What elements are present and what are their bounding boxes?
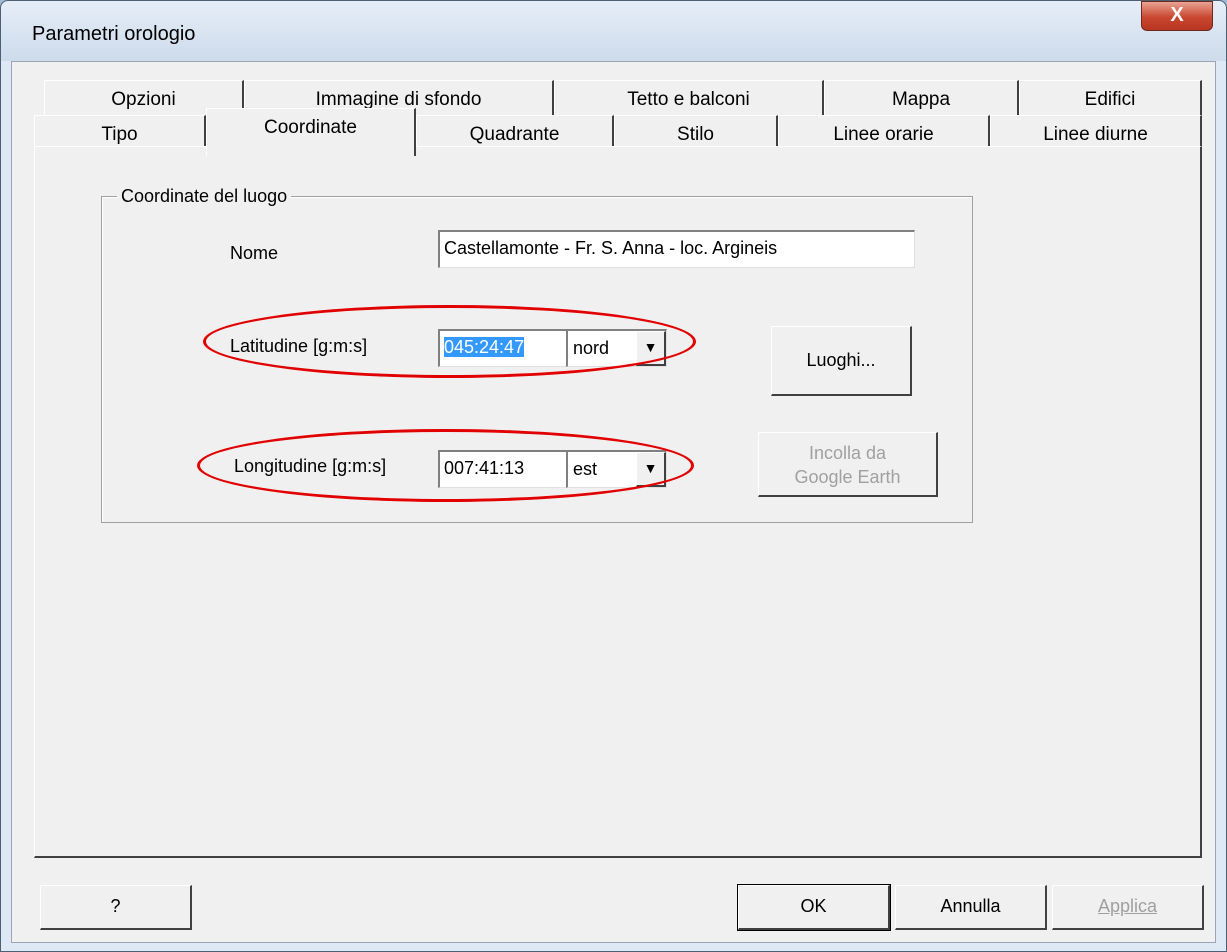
apply-button[interactable]: Applica [1052, 885, 1204, 930]
ok-button[interactable]: OK [737, 884, 891, 931]
close-button[interactable]: X [1141, 1, 1213, 31]
paste-button-line2: Google Earth [794, 467, 901, 487]
name-field[interactable]: Castellamonte - Fr. S. Anna - loc. Argin… [438, 230, 915, 268]
tab-label: Quadrante [469, 124, 560, 145]
tab-label: Linee orarie [833, 124, 934, 145]
title-bar[interactable]: Parametri orologio X [1, 1, 1226, 61]
cancel-button-label: Annulla [940, 896, 1001, 916]
cancel-button[interactable]: Annulla [895, 885, 1047, 930]
name-label: Nome [230, 243, 279, 263]
tab-label: Tetto e balconi [627, 89, 750, 110]
window-title: Parametri orologio [32, 23, 196, 45]
paste-button-line1: Incolla da [808, 443, 887, 463]
tab-label: Mappa [891, 89, 951, 110]
annotation-ellipse-latitude [203, 305, 696, 378]
annotation-ellipse-longitude [197, 429, 694, 502]
tab-label: Tipo [101, 124, 138, 145]
groupbox-title: Coordinate del luogo [117, 186, 292, 207]
tab-coordinate[interactable]: Coordinate [206, 108, 416, 156]
tab-edifici[interactable]: Edifici [1019, 80, 1202, 120]
close-icon: X [1170, 4, 1184, 26]
apply-button-label: Applica [1097, 896, 1158, 916]
tab-label: Opzioni [111, 89, 176, 110]
tab-label: Stilo [677, 124, 714, 145]
tab-label: Immagine di sfondo [315, 89, 482, 110]
name-field-value: Castellamonte - Fr. S. Anna - loc. Argin… [444, 238, 778, 258]
luoghi-button[interactable]: Luoghi... [771, 326, 912, 396]
ok-button-label: OK [800, 896, 827, 916]
help-button-label: ? [110, 896, 121, 916]
paste-google-earth-button[interactable]: Incolla da Google Earth [758, 432, 938, 497]
tab-mappa[interactable]: Mappa [824, 80, 1019, 120]
tab-label: Edifici [1084, 89, 1136, 110]
luoghi-button-label: Luoghi... [806, 350, 876, 370]
help-button[interactable]: ? [40, 885, 192, 930]
tab-label: Linee diurne [1043, 124, 1148, 145]
tab-label: Coordinate [264, 117, 357, 138]
tab-tetto-e-balconi[interactable]: Tetto e balconi [554, 80, 824, 120]
